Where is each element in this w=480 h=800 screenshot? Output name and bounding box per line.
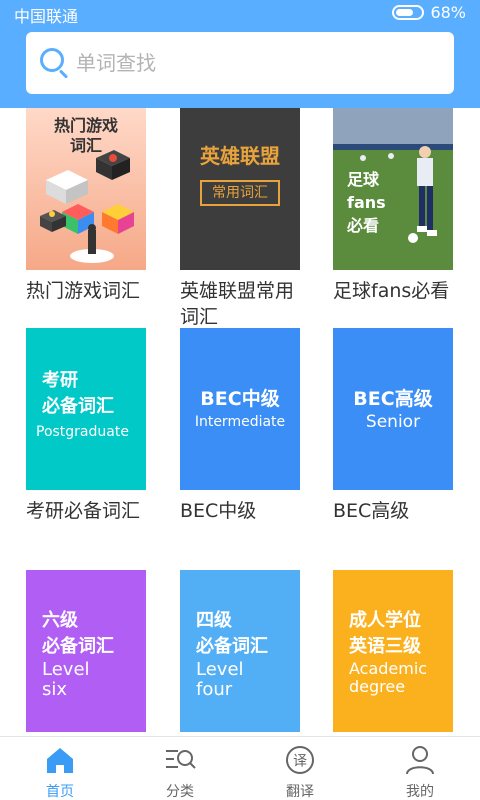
category-card-bec-intermediate[interactable]: BEC中级 Intermediate BEC中级 <box>180 328 300 524</box>
cover-lol: 英雄联盟 常用词汇 <box>180 108 300 270</box>
cover-subtitle: Level <box>42 659 90 680</box>
cover-title-line: 六级 <box>42 610 78 631</box>
status-bar: 中国联通 68% <box>0 0 480 28</box>
cover-subtitle: degree <box>349 677 406 696</box>
category-label: 足球fans必看 <box>333 280 450 302</box>
cover-cet6: 六级 必备词汇 Level six <box>26 570 146 732</box>
tab-label: 翻译 <box>286 784 314 800</box>
cover-title-line: 四级 <box>196 610 232 631</box>
app-header: 中国联通 68% <box>0 0 480 108</box>
category-card-lol[interactable]: 英雄联盟 常用词汇 英雄联盟常用词汇 <box>180 108 300 330</box>
cover-adult-degree: 成人学位 英语三级 Academic degree <box>333 570 453 732</box>
cover-subtitle: Intermediate <box>194 414 286 430</box>
cover-title-line: 考研 <box>42 370 78 391</box>
isometric-game-illustration <box>40 150 134 263</box>
cover-football-photo: 足球 fans 必看 <box>333 108 453 270</box>
category-search-icon <box>166 750 196 769</box>
category-card-football[interactable]: 足球 fans 必看 足球fans必看 <box>333 108 453 304</box>
category-card-hot-games[interactable]: 热门游戏 词汇 热门游戏词汇 <box>26 108 146 304</box>
tab-label: 我的 <box>406 784 434 800</box>
user-icon <box>406 746 434 775</box>
tab-home[interactable]: 首页 <box>0 737 120 800</box>
cover-tag: 常用词汇 <box>200 180 280 206</box>
tab-mine[interactable]: 我的 <box>360 737 480 800</box>
cover-title-line: 必备词汇 <box>196 636 268 657</box>
cover-title-line: 必备词汇 <box>42 636 114 657</box>
search-box[interactable] <box>26 32 454 94</box>
cover-bec-senior: BEC高级 Senior <box>333 328 453 490</box>
cover-subtitle: six <box>42 679 68 700</box>
cover-title-line: BEC中级 <box>200 388 280 410</box>
search-icon <box>40 48 70 79</box>
cover-subtitle: four <box>196 679 233 700</box>
tab-label: 分类 <box>166 784 194 800</box>
battery-icon <box>392 5 425 20</box>
category-grid: 热门游戏 词汇 热门游戏词汇 英雄联盟 常用词汇 英雄联盟常用词汇 足球 fan… <box>0 108 480 736</box>
translate-icon-glyph: 译 <box>293 754 307 770</box>
cover-title-line: 英雄联盟 <box>200 144 280 168</box>
home-icon <box>47 748 73 773</box>
battery-percent: 68% <box>430 3 466 22</box>
battery-indicator: 68% <box>392 3 466 22</box>
category-card-bec-senior[interactable]: BEC高级 Senior BEC高级 <box>333 328 453 524</box>
carrier-name: 中国联通 <box>14 7 79 26</box>
cover-bec-intermediate: BEC中级 Intermediate <box>180 328 300 490</box>
cover-title-line: 足球 <box>347 170 380 189</box>
cover-subtitle: Academic <box>349 659 428 678</box>
category-label: BEC中级 <box>180 500 257 522</box>
cover-title-line: fans <box>347 193 386 212</box>
cover-title-line: 必看 <box>347 216 380 235</box>
cover-hot-games: 热门游戏 词汇 <box>26 108 146 270</box>
tab-label: 首页 <box>46 784 74 800</box>
cover-title-line: 必备词汇 <box>42 396 114 417</box>
cover-title-line: 英语三级 <box>349 636 421 657</box>
cover-postgraduate: 考研 必备词汇 Postgraduate <box>26 328 146 490</box>
category-label: 热门游戏词汇 <box>26 280 141 302</box>
cover-cet4: 四级 必备词汇 Level four <box>180 570 300 732</box>
translate-icon: 译 <box>286 746 314 774</box>
category-label: BEC高级 <box>333 500 410 522</box>
category-card-adult-degree[interactable]: 成人学位 英语三级 Academic degree <box>333 570 453 732</box>
tab-category[interactable]: 分类 <box>120 737 240 800</box>
bottom-tab-bar: 首页 分类 译 翻译 我的 <box>0 736 480 800</box>
category-card-postgraduate[interactable]: 考研 必备词汇 Postgraduate 考研必备词汇 <box>26 328 146 524</box>
cover-subtitle: Level <box>196 659 244 680</box>
category-label: 考研必备词汇 <box>26 500 141 522</box>
category-label: 英雄联盟常用词汇 <box>180 280 295 328</box>
cover-subtitle: Senior <box>365 412 421 432</box>
category-card-cet4[interactable]: 四级 必备词汇 Level four <box>180 570 300 732</box>
cover-title-line: 成人学位 <box>349 610 421 631</box>
search-input[interactable] <box>76 51 436 75</box>
cover-title-line: BEC高级 <box>353 388 433 410</box>
category-card-cet6[interactable]: 六级 必备词汇 Level six <box>26 570 146 732</box>
tab-translate[interactable]: 译 翻译 <box>240 737 360 800</box>
cover-subtitle: Postgraduate <box>36 424 129 440</box>
